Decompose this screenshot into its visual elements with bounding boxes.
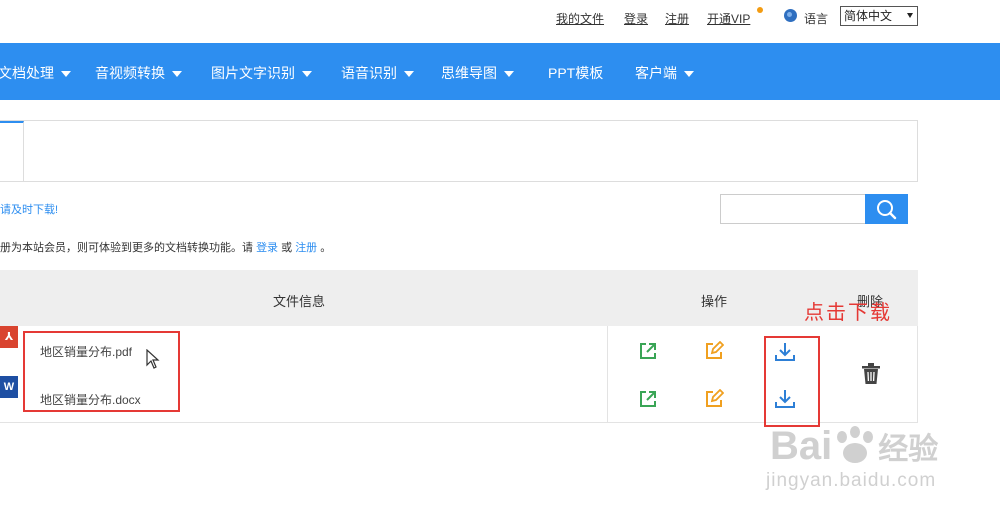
- nav-item-client[interactable]: 客户端: [635, 63, 694, 83]
- globe-icon: [784, 9, 797, 22]
- download-highlight-box: [764, 336, 820, 427]
- file-table-header: 文件信息 操作 删除: [0, 270, 918, 327]
- annotation-click-download: 点击下载: [804, 302, 892, 324]
- pdf-file-icon: ⅄: [0, 326, 18, 348]
- nav-item-document[interactable]: 文档处理: [0, 63, 71, 83]
- word-file-icon: W: [0, 376, 18, 398]
- vip-link[interactable]: 开通VIP: [707, 10, 750, 27]
- edit-icon[interactable]: [704, 389, 724, 409]
- nav-item-label: PPT模板: [548, 65, 604, 81]
- nav-item-label: 文档处理: [0, 65, 54, 81]
- column-divider: [607, 326, 608, 422]
- filename-highlight-box: [23, 331, 180, 412]
- nav-item-label: 音视频转换: [95, 65, 165, 81]
- member-end-text: 。: [320, 242, 332, 254]
- download-notice: 请及时下载!: [0, 204, 59, 216]
- caret-down-icon: [61, 71, 71, 78]
- baidu-watermark-logo: Bai 经验: [770, 424, 938, 469]
- active-tab[interactable]: [0, 121, 24, 182]
- register-link[interactable]: 注册: [665, 10, 689, 27]
- column-divider: [917, 326, 918, 422]
- caret-down-icon: [172, 71, 182, 78]
- main-nav: 文档处理 音视频转换 图片文字识别 语音识别 思维导图 PPT模板 客户端: [0, 43, 1000, 100]
- my-files-link[interactable]: 我的文件: [556, 10, 604, 27]
- nav-item-mindmap[interactable]: 思维导图: [441, 63, 514, 83]
- vip-badge-icon: [757, 7, 763, 13]
- login-link[interactable]: 登录: [624, 10, 648, 27]
- member-register-link[interactable]: 注册: [295, 242, 317, 254]
- edit-icon[interactable]: [704, 341, 724, 361]
- search-icon: [877, 200, 897, 220]
- language-label: 语言: [804, 12, 829, 26]
- member-or-text: 或: [281, 242, 293, 254]
- watermark-logo-text: Bai: [770, 424, 833, 468]
- caret-down-icon: [302, 71, 312, 78]
- trash-icon[interactable]: [860, 362, 882, 386]
- nav-item-av-convert[interactable]: 音视频转换: [95, 63, 182, 83]
- watermark-url: jingyan.baidu.com: [766, 470, 937, 491]
- search-input[interactable]: [720, 194, 866, 224]
- header-actions: 操作: [701, 294, 728, 309]
- nav-item-ocr[interactable]: 图片文字识别: [211, 63, 312, 83]
- search-button[interactable]: [865, 194, 908, 224]
- member-hint: 册为本站会员，则可体验到更多的文档转换功能。请 登录 或 注册 。: [0, 239, 331, 255]
- paw-icon: [837, 426, 874, 463]
- nav-item-label: 思维导图: [441, 65, 497, 81]
- chevron-down-icon: [907, 13, 913, 18]
- caret-down-icon: [684, 71, 694, 78]
- nav-item-label: 语音识别: [341, 65, 397, 81]
- header-file-info: 文件信息: [273, 294, 326, 309]
- nav-item-label: 客户端: [635, 65, 677, 81]
- nav-item-label: 图片文字识别: [211, 65, 295, 81]
- tab-panel: [0, 120, 918, 182]
- open-external-icon[interactable]: [638, 389, 658, 409]
- member-login-link[interactable]: 登录: [256, 242, 278, 254]
- caret-down-icon: [504, 71, 514, 78]
- open-external-icon[interactable]: [638, 341, 658, 361]
- language-select[interactable]: 简体中文: [840, 6, 918, 26]
- nav-item-speech[interactable]: 语音识别: [341, 63, 414, 83]
- caret-down-icon: [404, 71, 414, 78]
- nav-item-ppt[interactable]: PPT模板: [548, 63, 603, 83]
- watermark-logo-cn: 经验: [878, 433, 939, 466]
- language-selected-value: 简体中文: [844, 9, 893, 23]
- member-hint-text: 册为本站会员，则可体验到更多的文档转换功能。请: [0, 242, 253, 254]
